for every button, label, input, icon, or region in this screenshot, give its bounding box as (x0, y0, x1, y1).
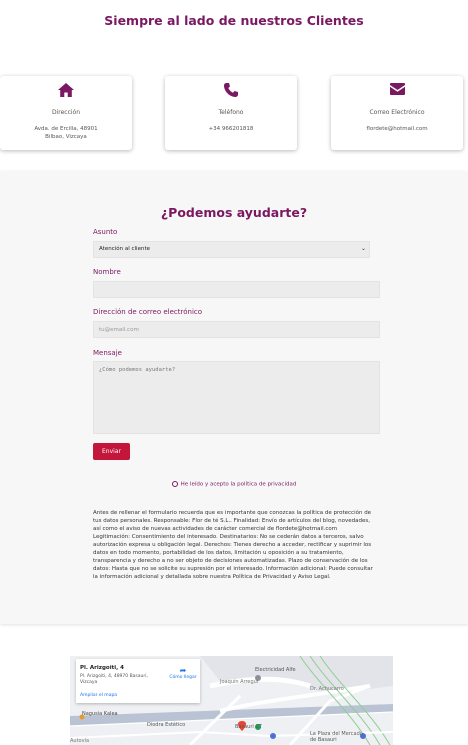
email-field[interactable]: tu@email.com (93, 321, 380, 338)
map-label-achucarro: Dr. Achucarro (310, 686, 344, 692)
phone-value[interactable]: +34 966201818 (169, 125, 293, 133)
directions-icon: ➦ (179, 666, 187, 675)
address-label: Dirección (51, 109, 81, 116)
map-embed[interactable]: Electricidad Alfe Joaquín Arregui Dr. Ac… (70, 656, 393, 745)
email-field-label: Dirección de correo electrónico (93, 308, 203, 316)
home-icon (0, 82, 132, 100)
message-textarea[interactable]: ¿Cómo podemos ayudarte? (93, 361, 380, 434)
subject-selected-value: Atención al cliente (99, 246, 150, 252)
map-label-electricidad: Electricidad Alfe (255, 667, 296, 673)
name-label: Nombre (93, 268, 121, 276)
legal-text: Antes de rellenar el formulario recuerda… (93, 510, 373, 580)
submit-button[interactable]: Enviar (93, 443, 130, 460)
email-card: Correo Electrónico flordete@hotmail.com (331, 76, 463, 150)
phone-label: Teléfono (218, 109, 244, 116)
email-placeholder: tu@email.com (99, 327, 139, 333)
form-heading: ¿Podemos ayudarte? (160, 205, 308, 220)
message-label: Mensaje (93, 349, 122, 357)
address-value: Avda. de Ercilla, 48901 Bilbao, Vizcaya (34, 126, 98, 140)
place-title: Pl. Arizgoiti, 4 (80, 665, 124, 671)
privacy-checkbox-row[interactable]: He leído y acepto la política de privaci… (0, 481, 468, 488)
privacy-radio[interactable] (171, 481, 178, 487)
chevron-down-icon: ⌄ (360, 245, 366, 252)
expand-map-link[interactable]: Ampliar el mapa (80, 693, 117, 698)
map-label-joaquin: Joaquín Arregui (220, 679, 259, 685)
message-placeholder: ¿Cómo podemos ayudarte? (99, 367, 176, 373)
envelope-icon (331, 82, 463, 100)
phone-card: Teléfono +34 966201818 (165, 76, 297, 150)
place-address: Pl. Arizgoiti, 4, 48970 Basauri, Vizcaya (80, 674, 148, 685)
email-label: Correo Electrónico (369, 109, 425, 116)
map-label-autovia: Autovía (70, 738, 90, 744)
map-place-card: Pl. Arizgoiti, 4 Pl. Arizgoiti, 4, 48970… (76, 659, 200, 703)
contact-form-section: ¿Podemos ayudarte? Asunto Atención al cl… (0, 171, 468, 624)
directions-label: Cómo llegar (169, 675, 197, 680)
phone-icon (165, 82, 297, 100)
privacy-label: He leído y acepto la política de privaci… (180, 481, 297, 488)
email-value[interactable]: flordete@hotmail.com (335, 125, 459, 133)
directions-button[interactable]: ➦ Cómo llegar (166, 666, 200, 680)
map-label-nagusia: Nagusia Kalea (82, 711, 118, 717)
subject-label: Asunto (93, 228, 118, 236)
name-field[interactable] (93, 281, 380, 298)
map-label-plaza: La Plaza del Mercado de Basauri (310, 731, 363, 743)
address-card: Dirección Avda. de Ercilla, 48901 Bilbao… (0, 76, 132, 150)
map-label-basauri: Basauri CT (235, 724, 262, 730)
page-title: Siempre al lado de nuestros Clientes (104, 13, 364, 28)
map-label-diodra: Diodra Estético (147, 722, 186, 728)
subject-select[interactable]: Atención al cliente ⌄ (93, 241, 370, 258)
